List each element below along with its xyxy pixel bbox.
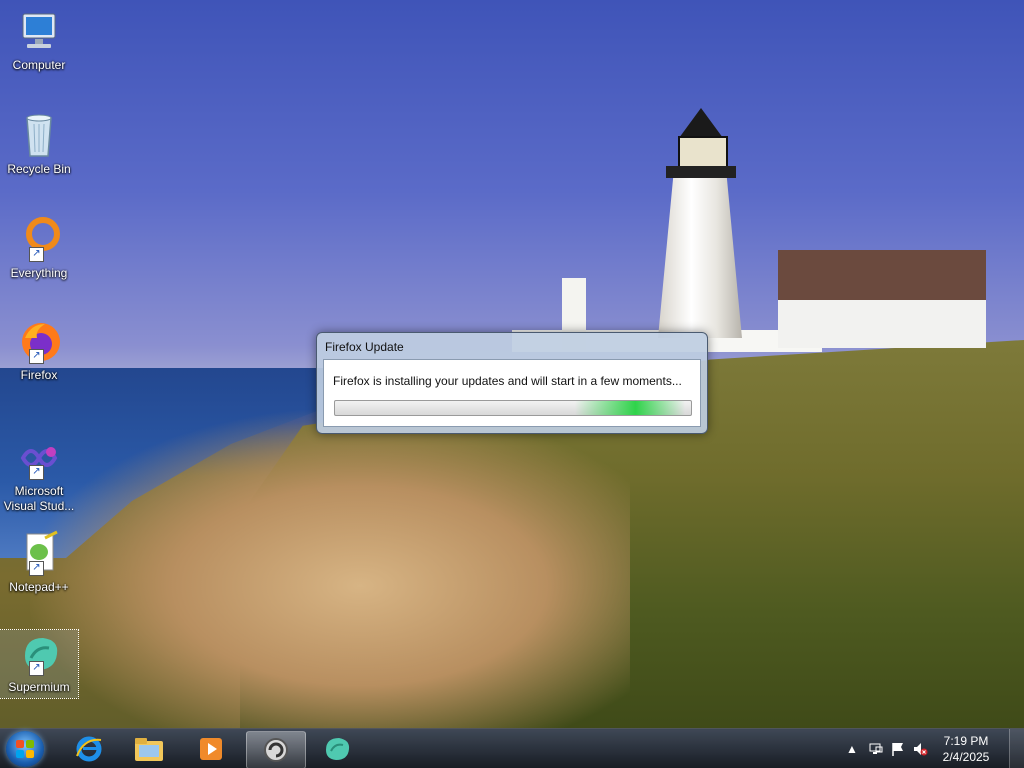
taskbar-media-player[interactable] bbox=[182, 731, 240, 767]
firefox-update-dialog[interactable]: Firefox Update Firefox is installing you… bbox=[316, 332, 708, 434]
system-tray: ▲ 7:19 PM 2/4/2025 bbox=[834, 729, 1024, 768]
desktop-icon-visual-studio[interactable]: ↗ Microsoft Visual Stud... bbox=[0, 434, 78, 514]
firefox-update-icon bbox=[264, 738, 288, 762]
taskbar-file-explorer[interactable] bbox=[120, 731, 178, 767]
shortcut-arrow-icon: ↗ bbox=[29, 561, 44, 576]
progress-indicator bbox=[575, 401, 685, 415]
desktop-icon-label: Firefox bbox=[20, 368, 58, 382]
desktop-icon-recycle-bin[interactable]: Recycle Bin bbox=[0, 112, 78, 177]
taskbar-supermium[interactable] bbox=[308, 731, 366, 767]
desktop-icon-label: Notepad++ bbox=[9, 580, 69, 594]
wallpaper-lighthouse bbox=[654, 108, 746, 338]
firefox-icon: ↗ bbox=[15, 318, 63, 366]
file-explorer-icon bbox=[135, 738, 163, 761]
network-icon[interactable] bbox=[868, 741, 884, 757]
media-player-icon bbox=[200, 738, 222, 760]
taskbar: ▲ 7:19 PM 2/4/2025 bbox=[0, 728, 1024, 768]
desktop-icon-computer[interactable]: Computer bbox=[0, 8, 78, 73]
desktop-icon-label: Supermium bbox=[8, 680, 70, 694]
windows-start-icon bbox=[16, 740, 34, 758]
taskbar-internet-explorer[interactable] bbox=[60, 731, 118, 767]
recycle-bin-icon bbox=[15, 112, 63, 160]
start-button[interactable] bbox=[6, 731, 44, 767]
supermium-icon bbox=[326, 738, 350, 760]
clock-time: 7:19 PM bbox=[943, 734, 989, 748]
shortcut-arrow-icon: ↗ bbox=[29, 661, 44, 676]
wallpaper-rocks bbox=[30, 410, 630, 730]
supermium-icon: ↗ bbox=[15, 630, 63, 678]
shortcut-arrow-icon: ↗ bbox=[29, 349, 44, 364]
everything-icon: ↗ bbox=[15, 216, 63, 264]
volume-muted-icon[interactable] bbox=[912, 741, 928, 757]
desktop-icon-supermium[interactable]: ↗ Supermium bbox=[0, 629, 79, 699]
clock-date: 2/4/2025 bbox=[942, 750, 990, 764]
desktop-icon-everything[interactable]: ↗ Everything bbox=[0, 216, 78, 281]
wallpaper-house bbox=[778, 300, 986, 348]
show-desktop-button[interactable] bbox=[1009, 729, 1024, 768]
desktop-icon-label: Recycle Bin bbox=[7, 162, 71, 176]
desktop-icon-firefox[interactable]: ↗ Firefox bbox=[0, 318, 78, 383]
show-hidden-icons-arrow[interactable]: ▲ bbox=[844, 741, 860, 757]
shortcut-arrow-icon: ↗ bbox=[29, 247, 44, 262]
clock[interactable]: 7:19 PM 2/4/2025 bbox=[936, 733, 996, 765]
update-progress-bar bbox=[334, 400, 692, 416]
internet-explorer-icon bbox=[76, 736, 102, 762]
dialog-body: Firefox is installing your updates and w… bbox=[323, 359, 701, 427]
action-center-flag-icon[interactable] bbox=[890, 741, 906, 757]
dialog-message: Firefox is installing your updates and w… bbox=[333, 374, 682, 388]
desktop-icon-label: Computer bbox=[12, 58, 66, 72]
shortcut-arrow-icon: ↗ bbox=[29, 465, 44, 480]
desktop-icon-label: Everything bbox=[10, 266, 68, 280]
wallpaper-house-roof bbox=[778, 250, 986, 302]
desktop-icon-label: Microsoft Visual Stud... bbox=[3, 484, 75, 513]
desktop-icon-notepadpp[interactable]: ↗ Notepad++ bbox=[0, 530, 78, 595]
computer-icon bbox=[15, 8, 63, 56]
taskbar-firefox-update[interactable] bbox=[246, 731, 306, 768]
visual-studio-icon: ↗ bbox=[15, 434, 63, 482]
dialog-title: Firefox Update bbox=[325, 340, 404, 354]
notepadpp-icon: ↗ bbox=[15, 530, 63, 578]
